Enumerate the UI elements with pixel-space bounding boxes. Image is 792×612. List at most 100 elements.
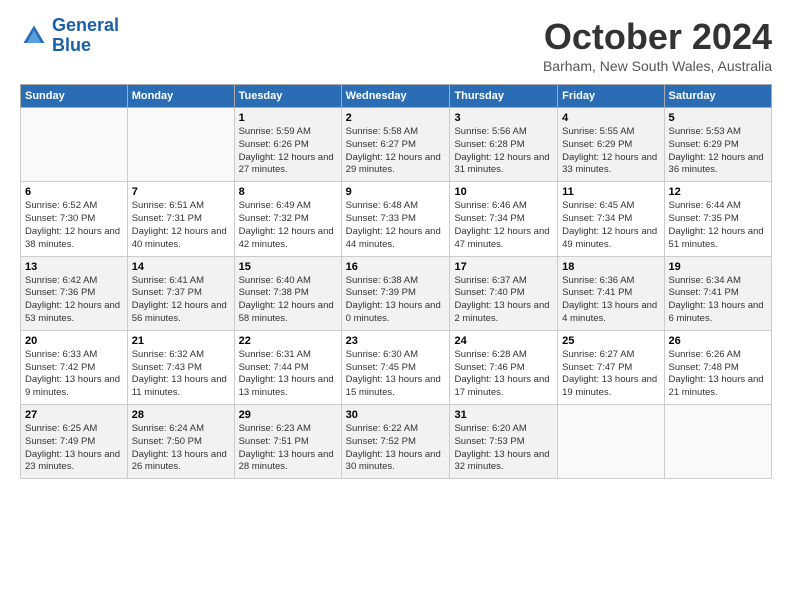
table-row: 7Sunrise: 6:51 AM Sunset: 7:31 PM Daylig… xyxy=(127,182,234,256)
day-number: 16 xyxy=(346,261,446,273)
table-row: 10Sunrise: 6:46 AM Sunset: 7:34 PM Dayli… xyxy=(450,182,558,256)
day-number: 1 xyxy=(239,112,337,124)
day-info: Sunrise: 6:32 AM Sunset: 7:43 PM Dayligh… xyxy=(132,349,230,400)
col-thursday: Thursday xyxy=(450,85,558,108)
col-monday: Monday xyxy=(127,85,234,108)
day-info: Sunrise: 6:31 AM Sunset: 7:44 PM Dayligh… xyxy=(239,349,337,400)
day-info: Sunrise: 6:22 AM Sunset: 7:52 PM Dayligh… xyxy=(346,423,446,474)
col-friday: Friday xyxy=(558,85,664,108)
day-info: Sunrise: 6:33 AM Sunset: 7:42 PM Dayligh… xyxy=(25,349,123,400)
col-saturday: Saturday xyxy=(664,85,771,108)
table-row: 17 Sunrise: 6:37 AM Sunset: 7:40 PM Dayli… xyxy=(450,256,558,330)
table-row xyxy=(21,108,128,182)
calendar-page: General Blue October 2024 Barham, New So… xyxy=(0,0,792,489)
day-info: Sunrise: 6:52 AM Sunset: 7:30 PM Dayligh… xyxy=(25,200,123,251)
day-info: Sunrise: 6:36 AM Sunset: 7:41 PM Dayligh… xyxy=(562,275,659,326)
table-row: 5Sunrise: 5:53 AM Sunset: 6:29 PM Daylig… xyxy=(664,108,771,182)
table-row: 30Sunrise: 6:22 AM Sunset: 7:52 PM Dayli… xyxy=(341,405,450,479)
day-number: 24 xyxy=(454,335,553,347)
table-row xyxy=(127,108,234,182)
day-number: 12 xyxy=(669,186,767,198)
day-info: Sunrise: 6:45 AM Sunset: 7:34 PM Dayligh… xyxy=(562,200,659,251)
day-number: 10 xyxy=(454,186,553,198)
table-row: 12 Sunrise: 6:44 AM Sunset: 7:35 PM Dayli… xyxy=(664,182,771,256)
day-info: Sunrise: 6:30 AM Sunset: 7:45 PM Dayligh… xyxy=(346,349,446,400)
day-number: 7 xyxy=(132,186,230,198)
day-number: 27 xyxy=(25,409,123,421)
location-subtitle: Barham, New South Wales, Australia xyxy=(543,58,772,74)
day-number: 22 xyxy=(239,335,337,347)
day-info: Sunrise: 6:42 AM Sunset: 7:36 PM Dayligh… xyxy=(25,275,123,326)
table-row: 16 Sunrise: 6:38 AM Sunset: 7:39 PM Dayli… xyxy=(341,256,450,330)
table-row: 2Sunrise: 5:58 AM Sunset: 6:27 PM Daylig… xyxy=(341,108,450,182)
day-info: Sunrise: 5:53 AM Sunset: 6:29 PM Dayligh… xyxy=(669,126,767,177)
day-number: 31 xyxy=(454,409,553,421)
table-row: 1 Sunrise: 5:59 AM Sunset: 6:26 PM Daylig… xyxy=(234,108,341,182)
day-info: Sunrise: 6:44 AM Sunset: 7:35 PM Dayligh… xyxy=(669,200,767,251)
day-info: Sunrise: 6:28 AM Sunset: 7:46 PM Dayligh… xyxy=(454,349,553,400)
table-row: 6 Sunrise: 6:52 AM Sunset: 7:30 PM Daylig… xyxy=(21,182,128,256)
calendar-week-row: 27 Sunrise: 6:25 AM Sunset: 7:49 PM Dayli… xyxy=(21,405,772,479)
table-row: 3 Sunrise: 5:56 AM Sunset: 6:28 PM Daylig… xyxy=(450,108,558,182)
col-wednesday: Wednesday xyxy=(341,85,450,108)
day-number: 28 xyxy=(132,409,230,421)
table-row: 18 Sunrise: 6:36 AM Sunset: 7:41 PM Dayli… xyxy=(558,256,664,330)
day-number: 20 xyxy=(25,335,123,347)
day-info: Sunrise: 6:34 AM Sunset: 7:41 PM Dayligh… xyxy=(669,275,767,326)
day-info: Sunrise: 6:23 AM Sunset: 7:51 PM Dayligh… xyxy=(239,423,337,474)
table-row: 15Sunrise: 6:40 AM Sunset: 7:38 PM Dayli… xyxy=(234,256,341,330)
table-row: 14 Sunrise: 6:41 AM Sunset: 7:37 PM Dayli… xyxy=(127,256,234,330)
table-row: 29 Sunrise: 6:23 AM Sunset: 7:51 PM Dayli… xyxy=(234,405,341,479)
day-number: 29 xyxy=(239,409,337,421)
day-info: Sunrise: 6:48 AM Sunset: 7:33 PM Dayligh… xyxy=(346,200,446,251)
day-number: 13 xyxy=(25,261,123,273)
table-row: 21 Sunrise: 6:32 AM Sunset: 7:43 PM Dayli… xyxy=(127,330,234,404)
day-number: 25 xyxy=(562,335,659,347)
day-number: 17 xyxy=(454,261,553,273)
day-number: 9 xyxy=(346,186,446,198)
table-row: 11 Sunrise: 6:45 AM Sunset: 7:34 PM Dayli… xyxy=(558,182,664,256)
table-row: 27 Sunrise: 6:25 AM Sunset: 7:49 PM Dayli… xyxy=(21,405,128,479)
col-sunday: Sunday xyxy=(21,85,128,108)
day-info: Sunrise: 5:55 AM Sunset: 6:29 PM Dayligh… xyxy=(562,126,659,177)
calendar-week-row: 6 Sunrise: 6:52 AM Sunset: 7:30 PM Daylig… xyxy=(21,182,772,256)
table-row: 20 Sunrise: 6:33 AM Sunset: 7:42 PM Dayli… xyxy=(21,330,128,404)
logo-text-line2: Blue xyxy=(52,36,119,56)
calendar-header-row: Sunday Monday Tuesday Wednesday Thursday… xyxy=(21,85,772,108)
day-number: 6 xyxy=(25,186,123,198)
day-info: Sunrise: 5:59 AM Sunset: 6:26 PM Dayligh… xyxy=(239,126,337,177)
table-row: 22 Sunrise: 6:31 AM Sunset: 7:44 PM Dayli… xyxy=(234,330,341,404)
day-number: 4 xyxy=(562,112,659,124)
col-tuesday: Tuesday xyxy=(234,85,341,108)
table-row: 24 Sunrise: 6:28 AM Sunset: 7:46 PM Dayli… xyxy=(450,330,558,404)
table-row xyxy=(558,405,664,479)
day-info: Sunrise: 6:40 AM Sunset: 7:38 PM Dayligh… xyxy=(239,275,337,326)
table-row: 23Sunrise: 6:30 AM Sunset: 7:45 PM Dayli… xyxy=(341,330,450,404)
day-info: Sunrise: 6:41 AM Sunset: 7:37 PM Dayligh… xyxy=(132,275,230,326)
day-info: Sunrise: 5:56 AM Sunset: 6:28 PM Dayligh… xyxy=(454,126,553,177)
calendar-week-row: 1 Sunrise: 5:59 AM Sunset: 6:26 PM Daylig… xyxy=(21,108,772,182)
calendar-week-row: 13 Sunrise: 6:42 AM Sunset: 7:36 PM Dayli… xyxy=(21,256,772,330)
table-row: 26Sunrise: 6:26 AM Sunset: 7:48 PM Dayli… xyxy=(664,330,771,404)
day-number: 2 xyxy=(346,112,446,124)
logo: General Blue xyxy=(20,16,119,56)
table-row: 13 Sunrise: 6:42 AM Sunset: 7:36 PM Dayli… xyxy=(21,256,128,330)
table-row: 31Sunrise: 6:20 AM Sunset: 7:53 PM Dayli… xyxy=(450,405,558,479)
day-number: 8 xyxy=(239,186,337,198)
title-block: October 2024 Barham, New South Wales, Au… xyxy=(543,16,772,74)
day-number: 14 xyxy=(132,261,230,273)
table-row: 4 Sunrise: 5:55 AM Sunset: 6:29 PM Daylig… xyxy=(558,108,664,182)
day-info: Sunrise: 6:38 AM Sunset: 7:39 PM Dayligh… xyxy=(346,275,446,326)
logo-icon xyxy=(20,22,48,50)
day-number: 18 xyxy=(562,261,659,273)
table-row: 19 Sunrise: 6:34 AM Sunset: 7:41 PM Dayli… xyxy=(664,256,771,330)
day-number: 11 xyxy=(562,186,659,198)
day-info: Sunrise: 6:37 AM Sunset: 7:40 PM Dayligh… xyxy=(454,275,553,326)
day-number: 3 xyxy=(454,112,553,124)
table-row: 28Sunrise: 6:24 AM Sunset: 7:50 PM Dayli… xyxy=(127,405,234,479)
day-number: 19 xyxy=(669,261,767,273)
day-info: Sunrise: 6:25 AM Sunset: 7:49 PM Dayligh… xyxy=(25,423,123,474)
table-row: 25Sunrise: 6:27 AM Sunset: 7:47 PM Dayli… xyxy=(558,330,664,404)
day-number: 21 xyxy=(132,335,230,347)
logo-text-line1: General xyxy=(52,16,119,36)
